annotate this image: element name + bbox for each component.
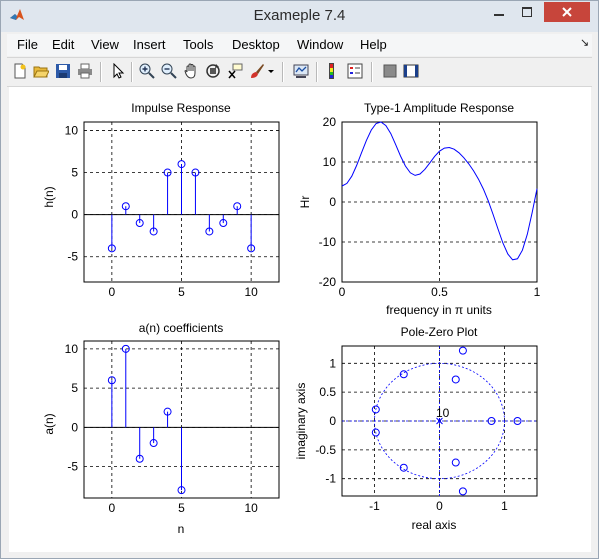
impulse-xtick-label: 10: [244, 285, 258, 299]
impulse-xtick-label: 5: [178, 285, 185, 299]
amplitude-xtick-label: 1: [534, 285, 541, 299]
polezero-xlabel: real axis: [412, 518, 457, 532]
figure-canvas: Impulse Response Type-1 Amplitude Respon…: [9, 87, 591, 552]
toolbar-separator: [131, 62, 133, 82]
hide-plot-tools-icon[interactable]: [382, 63, 398, 79]
polezero-ytick-label: -0.5: [315, 443, 336, 457]
impulse-xtick-label: 0: [109, 285, 116, 299]
link-plot-icon[interactable]: [293, 63, 309, 79]
maximize-icon: [521, 7, 532, 17]
coeffs-ytick-label: 0: [71, 420, 78, 434]
impulse-ytick-label: 0: [71, 208, 78, 222]
maximize-button[interactable]: [513, 2, 540, 22]
insert-legend-icon[interactable]: [347, 63, 363, 79]
coeffs-xtick-label: 5: [178, 501, 185, 515]
toolbar-separator: [282, 62, 284, 82]
polezero-xtick-label: 1: [501, 499, 508, 513]
data-cursor-icon[interactable]: [227, 63, 243, 79]
amplitude-xtick-label: 0: [339, 285, 346, 299]
new-figure-icon[interactable]: [12, 63, 28, 79]
menu-view[interactable]: View: [91, 37, 119, 52]
toolbar-separator: [100, 62, 102, 82]
close-button[interactable]: [544, 2, 590, 22]
minimize-button[interactable]: [485, 2, 513, 22]
amplitude-xtick-label: 0.5: [431, 285, 448, 299]
coeffs-ytick-label: -5: [67, 460, 78, 474]
toolbar-separator: [371, 62, 373, 82]
polezero-ytick-label: 0: [329, 414, 336, 428]
plots-svg: n h(n) frequency in π units Hr n a(n) re…: [42, 115, 541, 536]
dock-arrow-icon[interactable]: ↘: [580, 36, 589, 49]
amplitude-ytick-label: 0: [329, 195, 336, 209]
amplitude-ylabel: Hr: [298, 196, 312, 209]
pan-icon[interactable]: [183, 63, 199, 79]
impulse-ylabel: h(n): [42, 186, 56, 207]
coeffs-ytick-label: 5: [71, 381, 78, 395]
menu-help[interactable]: Help: [360, 37, 387, 52]
figure-toolbar: [7, 57, 592, 87]
menu-bar: File Edit View Insert Tools Desktop Wind…: [7, 34, 592, 56]
open-file-icon[interactable]: [33, 63, 49, 79]
menu-insert[interactable]: Insert: [133, 37, 166, 52]
polezero-ytick-label: 0.5: [319, 385, 336, 399]
polezero-xtick-label: -1: [369, 499, 380, 513]
print-icon[interactable]: [77, 63, 93, 79]
amplitude-ytick-label: -20: [319, 275, 337, 289]
zoom-out-icon[interactable]: [161, 63, 177, 79]
impulse-ytick-label: 5: [71, 166, 78, 180]
polezero-ytick-label: -1: [325, 472, 336, 486]
amplitude-ytick-label: 20: [323, 115, 337, 129]
menu-tools[interactable]: Tools: [183, 37, 213, 52]
amplitude-ytick-label: -10: [319, 235, 337, 249]
amplitude-ytick-label: 10: [323, 155, 337, 169]
menu-file[interactable]: File: [17, 37, 38, 52]
title-bar[interactable]: Exameple 7.4: [1, 1, 598, 32]
menu-desktop[interactable]: Desktop: [232, 37, 280, 52]
insert-colorbar-icon[interactable]: [326, 63, 342, 79]
polezero-ytick-label: 1: [329, 356, 336, 370]
polezero-ylabel: imaginary axis: [294, 383, 308, 460]
coeffs-xtick-label: 0: [109, 501, 116, 515]
edit-plot-icon[interactable]: [110, 63, 126, 79]
save-icon[interactable]: [55, 63, 71, 79]
brush-icon[interactable]: [249, 63, 265, 79]
menu-edit[interactable]: Edit: [52, 37, 74, 52]
menu-window[interactable]: Window: [297, 37, 343, 52]
coeffs-xtick-label: 10: [244, 501, 258, 515]
figure-window: Exameple 7.4 File Edit View Insert Tools…: [0, 0, 599, 559]
rotate-3d-icon[interactable]: [205, 63, 221, 79]
zoom-in-icon[interactable]: [139, 63, 155, 79]
impulse-ytick-label: 10: [65, 123, 79, 137]
amplitude-xlabel: frequency in π units: [386, 303, 492, 317]
polezero-xtick-label: 0: [436, 499, 443, 513]
close-icon: [562, 7, 572, 17]
minimize-icon: [494, 14, 504, 16]
brush-dropdown-icon[interactable]: [266, 63, 276, 79]
show-plot-tools-icon[interactable]: [403, 63, 419, 79]
impulse-ytick-label: -5: [67, 250, 78, 264]
coeffs-xlabel: n: [178, 522, 185, 536]
toolbar-separator: [316, 62, 318, 82]
pole-multiplicity-label: 10: [436, 406, 450, 420]
coeffs-ylabel: a(n): [42, 413, 56, 434]
coeffs-ytick-label: 10: [65, 342, 79, 356]
